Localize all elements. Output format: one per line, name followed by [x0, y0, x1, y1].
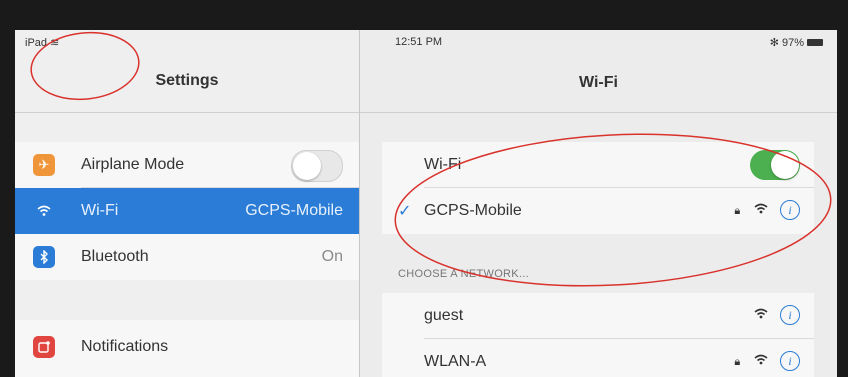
sidebar-item-wifi[interactable]: Wi-Fi GCPS-Mobile [15, 188, 359, 234]
sidebar-item-label: Wi-Fi [81, 202, 119, 219]
clock: 12:51 PM [395, 36, 443, 48]
section-header: CHOOSE A NETWORK... [398, 268, 529, 280]
settings-sidebar: Settings ✈ Airplane Mode Wi-Fi GCPS-Mobi… [15, 30, 360, 377]
network-name: guest [424, 307, 464, 324]
sidebar-group-notifications: Notifications [15, 320, 359, 377]
wifi-row-label: Wi-Fi [424, 156, 462, 173]
device-label: iPad [25, 37, 48, 49]
network-row[interactable]: WLAN-A 🔒︎ i [382, 339, 814, 377]
battery-status: ✻ 97% [770, 36, 823, 49]
wifi-signal-icon [754, 306, 768, 322]
network-status-icons: i [754, 305, 800, 325]
bluetooth-status-icon: ✻ [769, 37, 779, 49]
wifi-card: Wi-Fi ✓ GCPS-Mobile 🔒︎ i [382, 142, 814, 234]
divider [360, 112, 837, 113]
sidebar-item-label: Bluetooth [81, 248, 149, 265]
network-status-icons: 🔒︎ i [734, 351, 800, 371]
checkmark-icon: ✓ [398, 203, 412, 220]
device-name: iPad ≋ [25, 36, 59, 49]
network-status-icons: 🔒︎ i [734, 200, 800, 220]
sidebar-item-label: Notifications [81, 338, 169, 355]
wifi-icon [33, 200, 55, 222]
info-icon[interactable]: i [780, 351, 800, 371]
wifi-toggle-row: Wi-Fi [382, 142, 814, 188]
wifi-signal-icon [754, 352, 768, 368]
sidebar-item-notifications[interactable]: Notifications [15, 324, 359, 370]
network-name: GCPS-Mobile [424, 202, 522, 219]
sidebar-item-airplane-mode[interactable]: ✈ Airplane Mode [15, 142, 359, 188]
wifi-toggle[interactable] [750, 150, 800, 180]
wifi-status-icon: ≋ [50, 37, 60, 49]
info-icon[interactable]: i [780, 200, 800, 220]
network-name: WLAN-A [424, 353, 487, 370]
divider [15, 112, 359, 113]
ipad-screen: Settings ✈ Airplane Mode Wi-Fi GCPS-Mobi… [15, 30, 837, 377]
info-icon[interactable]: i [780, 305, 800, 325]
page-title: Wi-Fi [579, 74, 618, 91]
notifications-icon [33, 336, 55, 358]
networks-card: guest i WLAN-A 🔒︎ i [382, 293, 814, 377]
sidebar-title: Settings [155, 72, 219, 89]
bluetooth-icon [33, 246, 55, 268]
lock-icon: 🔒︎ [734, 205, 741, 217]
airplane-icon: ✈ [33, 154, 55, 176]
airplane-mode-toggle[interactable] [291, 150, 343, 182]
battery-icon [807, 38, 823, 46]
sidebar-item-value: GCPS-Mobile [245, 202, 343, 219]
sidebar-group-connectivity: ✈ Airplane Mode Wi-Fi GCPS-Mobile Blueto… [15, 142, 359, 280]
wifi-signal-icon [754, 201, 768, 217]
sidebar-item-label: Airplane Mode [81, 156, 185, 173]
sidebar-item-bluetooth[interactable]: Bluetooth On [15, 234, 359, 280]
toggle-knob [771, 151, 799, 179]
connected-network-row[interactable]: ✓ GCPS-Mobile 🔒︎ i [382, 188, 814, 234]
battery-percent: 97% [781, 37, 804, 49]
status-bar: iPad ≋ 12:51 PM ✻ 97% [15, 30, 837, 52]
network-row[interactable]: guest i [382, 293, 814, 339]
toggle-knob [293, 152, 321, 180]
lock-icon: 🔒︎ [734, 356, 741, 368]
wifi-detail-pane: Wi-Fi Wi-Fi ✓ GCPS-Mobile 🔒︎ i CHOOSE A … [360, 30, 837, 377]
sidebar-item-value: On [321, 248, 343, 265]
